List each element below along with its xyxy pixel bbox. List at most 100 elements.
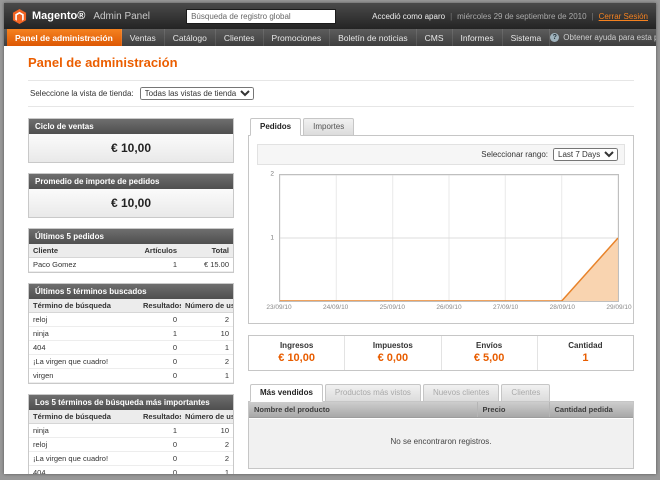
grid-tabs: Más vendidos Productos más vistos Nuevos… xyxy=(248,384,634,402)
table-cell: 2 xyxy=(181,452,233,466)
magento-logo[interactable]: Magento® Admin Panel xyxy=(12,9,150,24)
stat-envios: Envíos € 5,00 xyxy=(441,336,537,370)
nav-item-cms[interactable]: CMS xyxy=(417,29,453,46)
logout-link[interactable]: Cerrar Sesión xyxy=(599,12,648,21)
nav-item-clientes[interactable]: Clientes xyxy=(216,29,264,46)
top-search-terms-title: Los 5 términos de búsqueda más important… xyxy=(29,395,233,410)
table-row: ninja110 xyxy=(29,327,233,341)
stat-cantidad: Cantidad 1 xyxy=(537,336,633,370)
products-grid: Nombre del producto Precio Cantidad pedi… xyxy=(249,402,633,418)
table-row: Paco Gomez1€ 15.00 xyxy=(29,258,233,272)
stat-impuestos: Impuestos € 0,00 xyxy=(344,336,440,370)
top-search-terms-table: Término de búsqueda Resultados Número de… xyxy=(29,410,233,474)
tab-productos-mas-vistos[interactable]: Productos más vistos xyxy=(325,384,421,402)
chart-toolbar: Seleccionar rango: Last 7 Days xyxy=(257,144,625,165)
table-cell: ¡La virgen que cuadro! xyxy=(29,452,139,466)
content-area: Panel de administración Seleccione la vi… xyxy=(4,46,656,474)
nav-item-sistema[interactable]: Sistema xyxy=(503,29,551,46)
nav-item-dashboard[interactable]: Panel de administración xyxy=(7,29,122,46)
range-select[interactable]: Last 7 Days xyxy=(553,148,618,161)
nav-item-ventas[interactable]: Ventas xyxy=(122,29,165,46)
y-axis-label: 1 xyxy=(270,235,274,242)
table-cell: 404 xyxy=(29,341,139,355)
stat-label: Envíos xyxy=(444,341,535,350)
nav-item-catalogo[interactable]: Catálogo xyxy=(165,29,216,46)
store-view-label: Seleccione la vista de tienda: xyxy=(30,89,134,98)
column-header: Precio xyxy=(477,402,549,418)
table-cell: 1 xyxy=(181,466,233,475)
table-cell: 10 xyxy=(181,424,233,438)
empty-grid-message: No se encontraron registros. xyxy=(249,418,633,468)
column-header: Nombre del producto xyxy=(249,402,477,418)
main-nav: Panel de administración Ventas Catálogo … xyxy=(4,29,656,46)
chart-svg xyxy=(280,175,618,301)
tab-pedidos[interactable]: Pedidos xyxy=(250,118,301,136)
grid-header-row: Nombre del producto Precio Cantidad pedi… xyxy=(249,402,633,418)
table-cell: 1 xyxy=(139,258,181,272)
global-search-input[interactable] xyxy=(186,9,336,24)
table-row: 40401 xyxy=(29,341,233,355)
tab-mas-vendidos[interactable]: Más vendidos xyxy=(250,384,323,402)
logged-in-as: Accedió como aparo xyxy=(372,12,445,21)
stat-value: € 0,00 xyxy=(347,352,438,364)
nav-item-promociones[interactable]: Promociones xyxy=(264,29,331,46)
stat-value: € 5,00 xyxy=(444,352,535,364)
table-cell: 1 xyxy=(139,327,181,341)
column-header: Número de usos xyxy=(181,410,233,424)
x-axis-label: 28/09/10 xyxy=(550,304,575,311)
table-cell: 2 xyxy=(181,313,233,327)
table-cell: 0 xyxy=(139,313,181,327)
x-axis-label: 24/09/10 xyxy=(323,304,348,311)
table-cell: Paco Gomez xyxy=(29,258,139,272)
chart-panel: Seleccionar rango: Last 7 Days 12 23/09/… xyxy=(248,135,634,324)
table-cell: € 15.00 xyxy=(181,258,233,272)
table-row: ¡La virgen que cuadro!02 xyxy=(29,452,233,466)
table-row: virgen01 xyxy=(29,369,233,383)
column-header: Cliente xyxy=(29,244,139,258)
logo-subtitle: Admin Panel xyxy=(93,11,150,22)
stat-label: Ingresos xyxy=(251,341,342,350)
admin-page: Magento® Admin Panel Accedió como aparo … xyxy=(4,3,656,474)
stat-label: Cantidad xyxy=(540,341,631,350)
tab-nuevos-clientes[interactable]: Nuevos clientes xyxy=(423,384,499,402)
last-search-terms-title: Últimos 5 términos buscados xyxy=(29,284,233,299)
table-header-row: Cliente Artículos Total xyxy=(29,244,233,258)
last-orders-title: Últimos 5 pedidos xyxy=(29,229,233,244)
table-header-row: Término de búsqueda Resultados Número de… xyxy=(29,410,233,424)
x-axis-label: 26/09/10 xyxy=(436,304,461,311)
table-header-row: Término de búsqueda Resultados Número de… xyxy=(29,299,233,313)
tab-importes[interactable]: Importes xyxy=(303,118,354,136)
help-link[interactable]: ? Obtener ayuda para esta página xyxy=(550,29,656,46)
column-header: Cantidad pedida xyxy=(549,402,633,418)
table-cell: 2 xyxy=(181,438,233,452)
table-cell: 1 xyxy=(181,369,233,383)
table-row: reloj02 xyxy=(29,438,233,452)
dashboard-sidebar: Ciclo de ventas € 10,00 Promedio de impo… xyxy=(28,118,234,474)
nav-item-informes[interactable]: Informes xyxy=(453,29,503,46)
column-header: Artículos xyxy=(139,244,181,258)
table-cell: 0 xyxy=(139,341,181,355)
y-axis: 12 xyxy=(263,174,278,302)
lifetime-sales-title: Ciclo de ventas xyxy=(29,119,233,134)
table-cell: 1 xyxy=(139,424,181,438)
store-view-select[interactable]: Todas las vistas de tienda xyxy=(140,87,254,100)
orders-chart: 12 23/09/1024/09/1025/09/1026/09/1027/09… xyxy=(263,174,619,315)
column-header: Término de búsqueda xyxy=(29,299,139,313)
chart-tabs: Pedidos Importes xyxy=(248,118,634,136)
table-cell: ninja xyxy=(29,424,139,438)
table-cell: 0 xyxy=(139,438,181,452)
column-header: Resultados xyxy=(139,410,181,424)
help-label: Obtener ayuda para esta página xyxy=(563,33,656,42)
table-row: ¡La virgen que cuadro!02 xyxy=(29,355,233,369)
separator: | xyxy=(450,12,452,21)
tab-clientes[interactable]: Clientes xyxy=(501,384,550,402)
table-cell: 0 xyxy=(139,355,181,369)
nav-item-boletin[interactable]: Boletín de noticias xyxy=(330,29,416,46)
x-axis-label: 29/09/10 xyxy=(606,304,631,311)
table-cell: 10 xyxy=(181,327,233,341)
separator: | xyxy=(592,12,594,21)
magento-logo-icon xyxy=(12,9,27,24)
table-cell: reloj xyxy=(29,438,139,452)
x-axis-label: 25/09/10 xyxy=(380,304,405,311)
table-row: reloj02 xyxy=(29,313,233,327)
